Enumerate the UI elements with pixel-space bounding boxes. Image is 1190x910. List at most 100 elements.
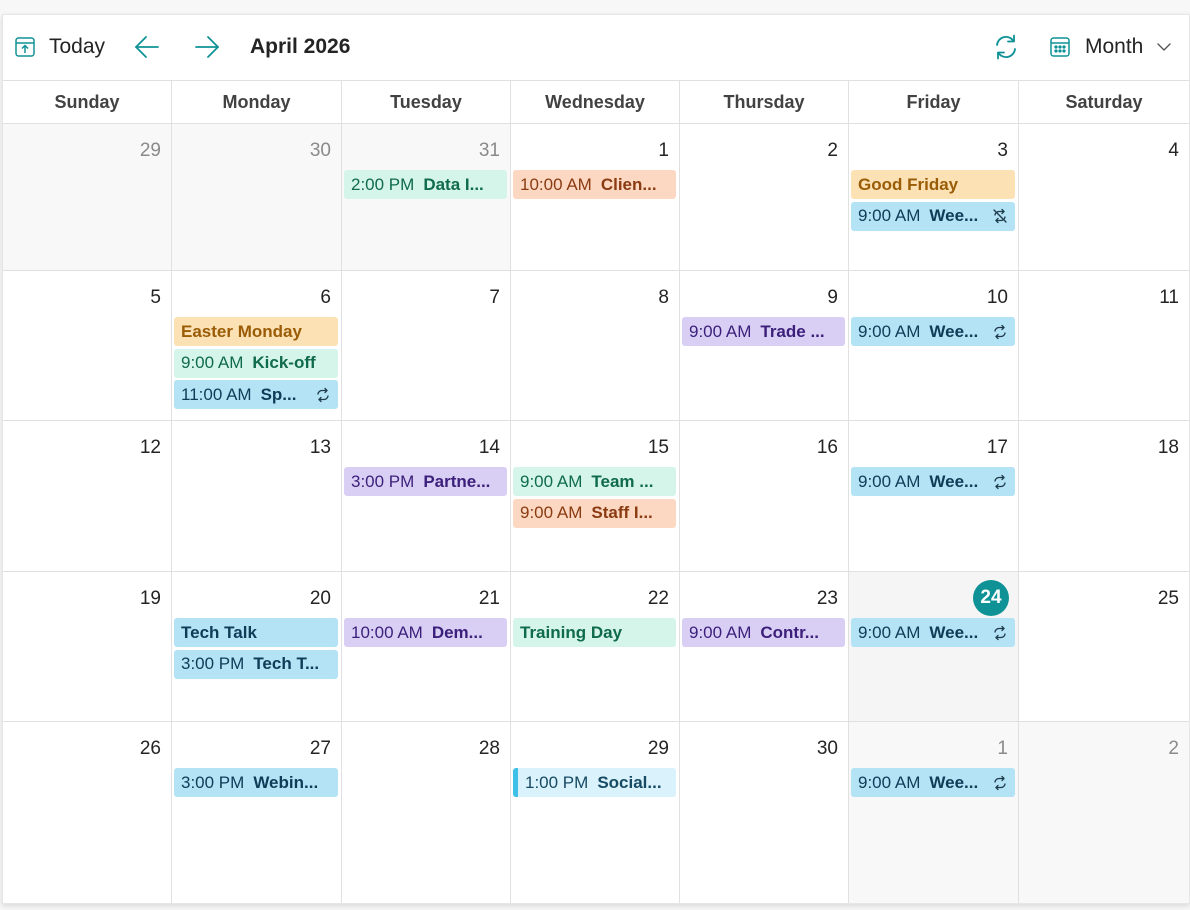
date-number[interactable]: 16 [817, 437, 838, 459]
event-item[interactable]: 3:00 PM Partne... [344, 467, 507, 496]
date-number[interactable]: 12 [140, 437, 161, 459]
event-item[interactable]: 9:00 AM Contr... [682, 618, 845, 647]
event-item[interactable]: 3:00 PM Webin... [174, 768, 338, 797]
date-number[interactable]: 20 [310, 588, 331, 610]
date-number[interactable]: 27 [310, 738, 331, 760]
day-cell[interactable]: 30 [172, 124, 342, 271]
date-number[interactable]: 30 [310, 140, 331, 162]
day-cell-today[interactable]: 24 9:00 AM Wee... [849, 572, 1019, 722]
day-cell[interactable]: 21 10:00 AM Dem... [342, 572, 511, 722]
day-cell[interactable]: 17 9:00 AM Wee... [849, 421, 1019, 572]
day-cell[interactable]: 9 9:00 AM Trade ... [680, 271, 849, 421]
date-number[interactable]: 13 [310, 437, 331, 459]
day-cell[interactable]: 30 [680, 722, 849, 903]
event-item[interactable]: 9:00 AM Trade ... [682, 317, 845, 346]
day-cell[interactable]: 14 3:00 PM Partne... [342, 421, 511, 572]
day-cell[interactable]: 4 [1019, 124, 1189, 271]
date-number[interactable]: 11 [1159, 287, 1179, 309]
event-item[interactable]: 9:00 AM Team ... [513, 467, 676, 496]
date-number[interactable]: 31 [479, 140, 500, 162]
event-item[interactable]: 9:00 AM Wee... [851, 618, 1015, 647]
all-day-event[interactable]: Good Friday [851, 170, 1015, 199]
day-cell[interactable]: 13 [172, 421, 342, 572]
event-item[interactable]: 9:00 AM Staff I... [513, 498, 676, 528]
day-cell[interactable]: 2 [680, 124, 849, 271]
day-cell[interactable]: 5 [3, 271, 172, 421]
day-cell[interactable]: 6 Easter Monday 9:00 AM Kick-off 11:00 AM Sp.… [172, 271, 342, 421]
day-cell[interactable]: 22 Training Day [511, 572, 680, 722]
date-number[interactable]: 6 [320, 287, 331, 309]
date-number[interactable]: 2 [1168, 738, 1179, 760]
day-cell[interactable]: 15 9:00 AM Team ... 9:00 AM Staff I... [511, 421, 680, 572]
day-cell[interactable]: 20 Tech Talk 3:00 PM Tech T... [172, 572, 342, 722]
date-number[interactable]: 10 [987, 287, 1008, 309]
date-number[interactable]: 17 [987, 437, 1008, 459]
day-cell[interactable]: 31 2:00 PM Data I... [342, 124, 511, 271]
day-cell[interactable]: 10 9:00 AM Wee... [849, 271, 1019, 421]
event-item[interactable]: 3:00 PM Tech T... [174, 649, 338, 679]
date-number[interactable]: 14 [479, 437, 500, 459]
event-item[interactable]: 2:00 PM Data I... [344, 170, 507, 199]
event-item[interactable]: 9:00 AM Wee... [851, 317, 1015, 346]
date-number[interactable]: 5 [150, 287, 161, 309]
date-number[interactable]: 21 [479, 588, 500, 610]
date-number[interactable]: 7 [489, 287, 500, 309]
date-number[interactable]: 26 [140, 738, 161, 760]
date-number[interactable]: 9 [827, 287, 838, 309]
event-item[interactable]: 9:00 AM Wee... [851, 768, 1015, 797]
day-cell[interactable]: 29 [3, 124, 172, 271]
date-number[interactable]: 4 [1168, 140, 1179, 162]
date-number[interactable]: 23 [817, 588, 838, 610]
day-cell[interactable]: 3 Good Friday 9:00 AM Wee... [849, 124, 1019, 271]
date-number[interactable]: 22 [648, 588, 669, 610]
day-cell[interactable]: 1 10:00 AM Clien... [511, 124, 680, 271]
day-cell[interactable]: 23 9:00 AM Contr... [680, 572, 849, 722]
all-day-event[interactable]: Easter Monday [174, 317, 338, 346]
date-number[interactable]: 3 [997, 140, 1008, 162]
event-item[interactable]: 10:00 AM Clien... [513, 170, 676, 199]
day-cell[interactable]: 25 [1019, 572, 1189, 722]
day-cell[interactable]: 12 [3, 421, 172, 572]
today-button[interactable]: Today [13, 27, 105, 67]
day-cell[interactable]: 1 9:00 AM Wee... [849, 722, 1019, 903]
refresh-button[interactable] [991, 27, 1021, 67]
day-cell[interactable]: 7 [342, 271, 511, 421]
date-number[interactable]: 19 [140, 588, 161, 610]
day-cell[interactable]: 26 [3, 722, 172, 903]
next-button[interactable] [193, 27, 221, 67]
all-day-event[interactable]: Tech Talk [174, 618, 338, 647]
day-cell[interactable]: 28 [342, 722, 511, 903]
date-number[interactable]: 30 [817, 738, 838, 760]
event-item[interactable]: 9:00 AM Wee... [851, 201, 1015, 231]
date-number[interactable]: 15 [648, 437, 669, 459]
event-item[interactable]: 9:00 AM Wee... [851, 467, 1015, 496]
date-number[interactable]: 18 [1158, 437, 1179, 459]
event-item[interactable]: 9:00 AM Kick-off [174, 348, 338, 378]
date-number[interactable]: 29 [140, 140, 161, 162]
view-selector[interactable]: Month [1048, 27, 1172, 67]
date-number[interactable]: 28 [479, 738, 500, 760]
event-item[interactable]: 1:00 PM Social... [513, 768, 676, 797]
day-cell[interactable]: 19 [3, 572, 172, 722]
previous-button[interactable] [133, 27, 161, 67]
all-day-event[interactable]: Training Day [513, 618, 676, 647]
day-cell[interactable]: 2 [1019, 722, 1189, 903]
event-item[interactable]: 11:00 AM Sp... [174, 380, 338, 409]
day-cell[interactable]: 16 [680, 421, 849, 572]
month-title[interactable]: April 2026 [250, 27, 350, 67]
day-cell[interactable]: 11 [1019, 271, 1189, 421]
event-item[interactable]: 10:00 AM Dem... [344, 618, 507, 647]
recurring-icon [989, 775, 1011, 791]
day-cell[interactable]: 29 1:00 PM Social... [511, 722, 680, 903]
day-cell[interactable]: 18 [1019, 421, 1189, 572]
date-number[interactable]: 2 [827, 140, 838, 162]
day-cell[interactable]: 27 3:00 PM Webin... [172, 722, 342, 903]
date-number[interactable]: 1 [658, 140, 669, 162]
date-number[interactable]: 29 [648, 738, 669, 760]
date-number[interactable]: 8 [658, 287, 669, 309]
today-date-number[interactable]: 24 [973, 580, 1009, 616]
day-cell[interactable]: 8 [511, 271, 680, 421]
event-time: 3:00 PM [181, 772, 245, 792]
date-number[interactable]: 1 [997, 738, 1008, 760]
date-number[interactable]: 25 [1158, 588, 1179, 610]
